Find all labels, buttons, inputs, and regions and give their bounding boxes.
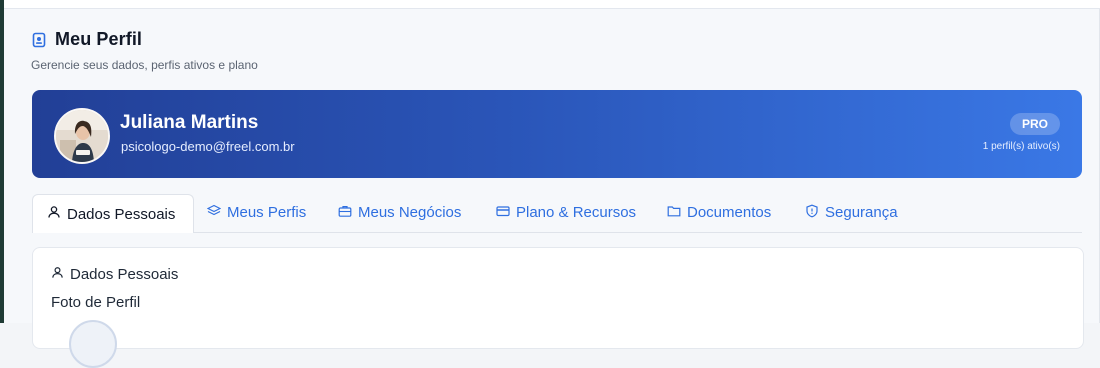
folder-icon <box>667 204 681 222</box>
profile-page: Meu Perfil Gerencie seus dados, perfis a… <box>4 9 1100 368</box>
section-title-label: Dados Pessoais <box>70 266 179 283</box>
page-header: Meu Perfil Gerencie seus dados, perfis a… <box>31 29 258 72</box>
briefcase-icon <box>338 204 352 222</box>
tab-label: Dados Pessoais <box>67 205 176 223</box>
top-bar <box>4 0 1100 9</box>
user-email: psicologo-demo@freel.com.br <box>121 139 295 154</box>
tab-meus-negocios[interactable]: Meus Negócios <box>338 194 461 231</box>
active-profiles-count: 1 perfil(s) ativo(s) <box>982 141 1060 152</box>
avatar[interactable] <box>54 108 110 164</box>
tab-meus-perfis[interactable]: Meus Perfis <box>206 194 307 231</box>
profile-tabs: Dados Pessoais Meus Perfis Meus Negócios… <box>32 194 1082 233</box>
tab-documentos[interactable]: Documentos <box>667 194 771 231</box>
plan-badge: PRO <box>1010 113 1060 135</box>
photo-label: Foto de Perfil <box>51 294 141 311</box>
profile-banner: Juliana Martins psicologo-demo@freel.com… <box>32 90 1082 178</box>
tab-plano-recursos[interactable]: Plano & Recursos <box>496 194 636 231</box>
personal-data-card: Dados Pessoais Foto de Perfil <box>32 247 1084 368</box>
tab-label: Meus Negócios <box>358 204 462 221</box>
tab-label: Plano & Recursos <box>516 204 637 221</box>
tab-label: Segurança <box>825 204 898 221</box>
tab-dados-pessoais[interactable]: Dados Pessoais <box>32 194 194 233</box>
user-name: Juliana Martins <box>120 112 259 133</box>
profile-photo-preview[interactable] <box>69 320 117 368</box>
user-icon <box>51 266 64 283</box>
user-icon <box>47 205 61 223</box>
credit-card-icon <box>496 204 510 222</box>
page-title: Meu Perfil <box>55 29 143 49</box>
id-badge-icon <box>31 32 47 48</box>
title-row: Meu Perfil <box>31 29 258 50</box>
shield-icon <box>805 204 819 222</box>
page-subtitle: Gerencie seus dados, perfis ativos e pla… <box>31 58 258 72</box>
section-title: Dados Pessoais <box>51 266 178 283</box>
layers-icon <box>206 204 222 222</box>
tab-label: Meus Perfis <box>227 204 307 221</box>
tab-label: Documentos <box>687 204 772 221</box>
tab-seguranca[interactable]: Segurança <box>805 194 898 231</box>
